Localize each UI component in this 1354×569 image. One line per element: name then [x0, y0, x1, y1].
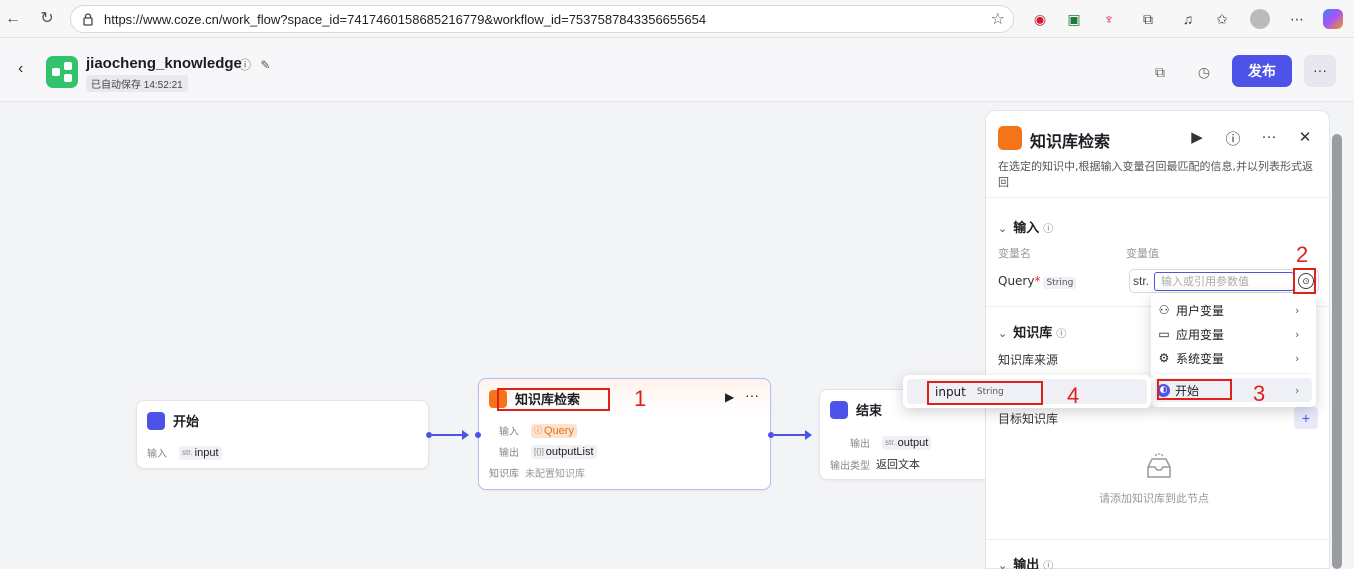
menu-item-system-vars[interactable]: ⚙ 系统变量 ›	[1157, 347, 1300, 369]
autosave-badge: 已自动保存 14:52:21	[86, 75, 188, 92]
annotation-number: 2	[1296, 242, 1309, 267]
info-icon: ⓘ	[1056, 329, 1067, 340]
chevron-right-icon: ›	[1295, 327, 1300, 341]
variable-tag: str. input	[179, 445, 222, 460]
annotation-box	[927, 381, 1043, 405]
annotation-box	[497, 388, 610, 411]
field-label: Query* String	[998, 274, 1077, 289]
output-tag: [{}] outputList	[531, 444, 597, 459]
address-bar[interactable]: https://www.coze.cn/work_flow?space_id=7…	[70, 5, 1014, 33]
kb-section-header[interactable]: ⌄ 知识库 ⓘ	[998, 322, 1066, 341]
annotation-box	[1293, 268, 1316, 294]
annotation-number: 1	[634, 386, 647, 411]
workflow-title: jiaocheng_knowledge	[86, 55, 242, 72]
start-icon	[147, 411, 165, 430]
bookmark-star-icon[interactable]: ☆	[991, 9, 1005, 29]
input-section-header[interactable]: ⌄ 输入 ⓘ	[998, 217, 1053, 236]
end-icon	[830, 400, 848, 419]
chevron-right-icon: ›	[1295, 303, 1300, 317]
empty-box-icon	[1147, 453, 1171, 478]
chevron-down-icon: ⌄	[998, 327, 1008, 340]
profile-avatar-icon[interactable]	[1250, 9, 1270, 29]
run-icon[interactable]: ▶	[1187, 128, 1207, 146]
history-icon[interactable]: ◷	[1195, 63, 1213, 81]
input-ref-tag: ⓘ Query	[531, 423, 577, 438]
annotation-number: 3	[1253, 381, 1266, 406]
workflow-header: ‹ jiaocheng_knowledge ⓘ ✎ 已自动保存 14:52:21…	[0, 38, 1354, 102]
copy-icon[interactable]: ⧉	[1151, 63, 1169, 81]
folder-icon: ▭	[1158, 327, 1170, 341]
output-section-header[interactable]: ⌄ 输出 ⓘ	[998, 554, 1053, 569]
more-icon[interactable]: ···	[1259, 128, 1279, 145]
annotation-number: 4	[1067, 383, 1080, 408]
panel-description: 在选定的知识中,根据输入变量召回最匹配的信息,并以列表形式返回	[998, 160, 1313, 189]
info-icon: ⓘ	[1043, 561, 1054, 569]
close-icon[interactable]: ✕	[1295, 128, 1315, 146]
panel-scrollbar[interactable]	[1332, 134, 1342, 569]
edge-arrow-icon	[805, 430, 812, 440]
workflow-logo-icon	[46, 56, 78, 88]
more-button[interactable]: ···	[1304, 55, 1336, 87]
panel-title: 知识库检索	[1030, 132, 1111, 151]
back-arrow-icon[interactable]: ‹	[18, 60, 23, 78]
node-title: 开始	[173, 415, 200, 430]
node-title: 结束	[856, 404, 883, 419]
value-input[interactable]: 输入或引用参数值	[1154, 272, 1294, 291]
info-icon: ⓘ	[1043, 224, 1054, 235]
connection-edge	[432, 434, 464, 436]
more-icon[interactable]: ···	[745, 387, 759, 403]
extension-icon[interactable]: ◉	[1030, 9, 1050, 29]
browser-toolbar: ← ↻ https://www.coze.cn/work_flow?space_…	[0, 0, 1354, 38]
run-icon[interactable]: ▶	[725, 390, 734, 404]
user-icon: ⚇	[1158, 303, 1170, 317]
menu-item-app-vars[interactable]: ▭ 应用变量 ›	[1157, 323, 1299, 345]
reload-icon[interactable]: ↻	[36, 8, 58, 30]
extension-icon[interactable]: ▣	[1064, 9, 1084, 29]
extensions-puzzle-icon[interactable]: ⧉	[1138, 9, 1158, 29]
publish-button[interactable]: 发布	[1232, 55, 1292, 87]
browser-menu-icon[interactable]: ⋯	[1287, 9, 1307, 29]
media-icon[interactable]: ♫	[1178, 9, 1198, 29]
copilot-icon[interactable]	[1323, 9, 1343, 29]
extension-icon[interactable]: ♆	[1099, 9, 1119, 29]
help-icon[interactable]: ⓘ	[1223, 128, 1243, 149]
edge-arrow-icon	[462, 430, 469, 440]
info-icon[interactable]: ⓘ	[239, 58, 251, 72]
edit-icon[interactable]: ✎	[260, 58, 270, 72]
back-icon[interactable]: ←	[2, 8, 24, 30]
gear-icon: ⚙	[1158, 351, 1170, 365]
input-port[interactable]	[475, 432, 481, 438]
chevron-right-icon: ›	[1295, 351, 1300, 365]
param-value-input[interactable]: str. 输入或引用参数值 ⊙	[1129, 269, 1319, 293]
menu-item-user-vars[interactable]: ⚇ 用户变量 ›	[1157, 299, 1300, 321]
connection-edge	[774, 434, 807, 436]
annotation-box	[1157, 379, 1232, 400]
start-node[interactable]: 开始 输入 str. input	[136, 400, 429, 469]
url-text[interactable]: https://www.coze.cn/work_flow?space_id=7…	[104, 12, 706, 27]
favorites-icon[interactable]: ✩	[1212, 9, 1232, 29]
chevron-down-icon: ⌄	[998, 222, 1008, 235]
chevron-right-icon: ›	[1295, 383, 1300, 397]
knowledge-icon	[998, 126, 1022, 150]
lock-icon	[83, 13, 93, 26]
chevron-down-icon: ⌄	[998, 559, 1008, 569]
add-knowledge-button[interactable]: +	[1294, 407, 1318, 429]
output-tag: str. output	[882, 435, 932, 450]
